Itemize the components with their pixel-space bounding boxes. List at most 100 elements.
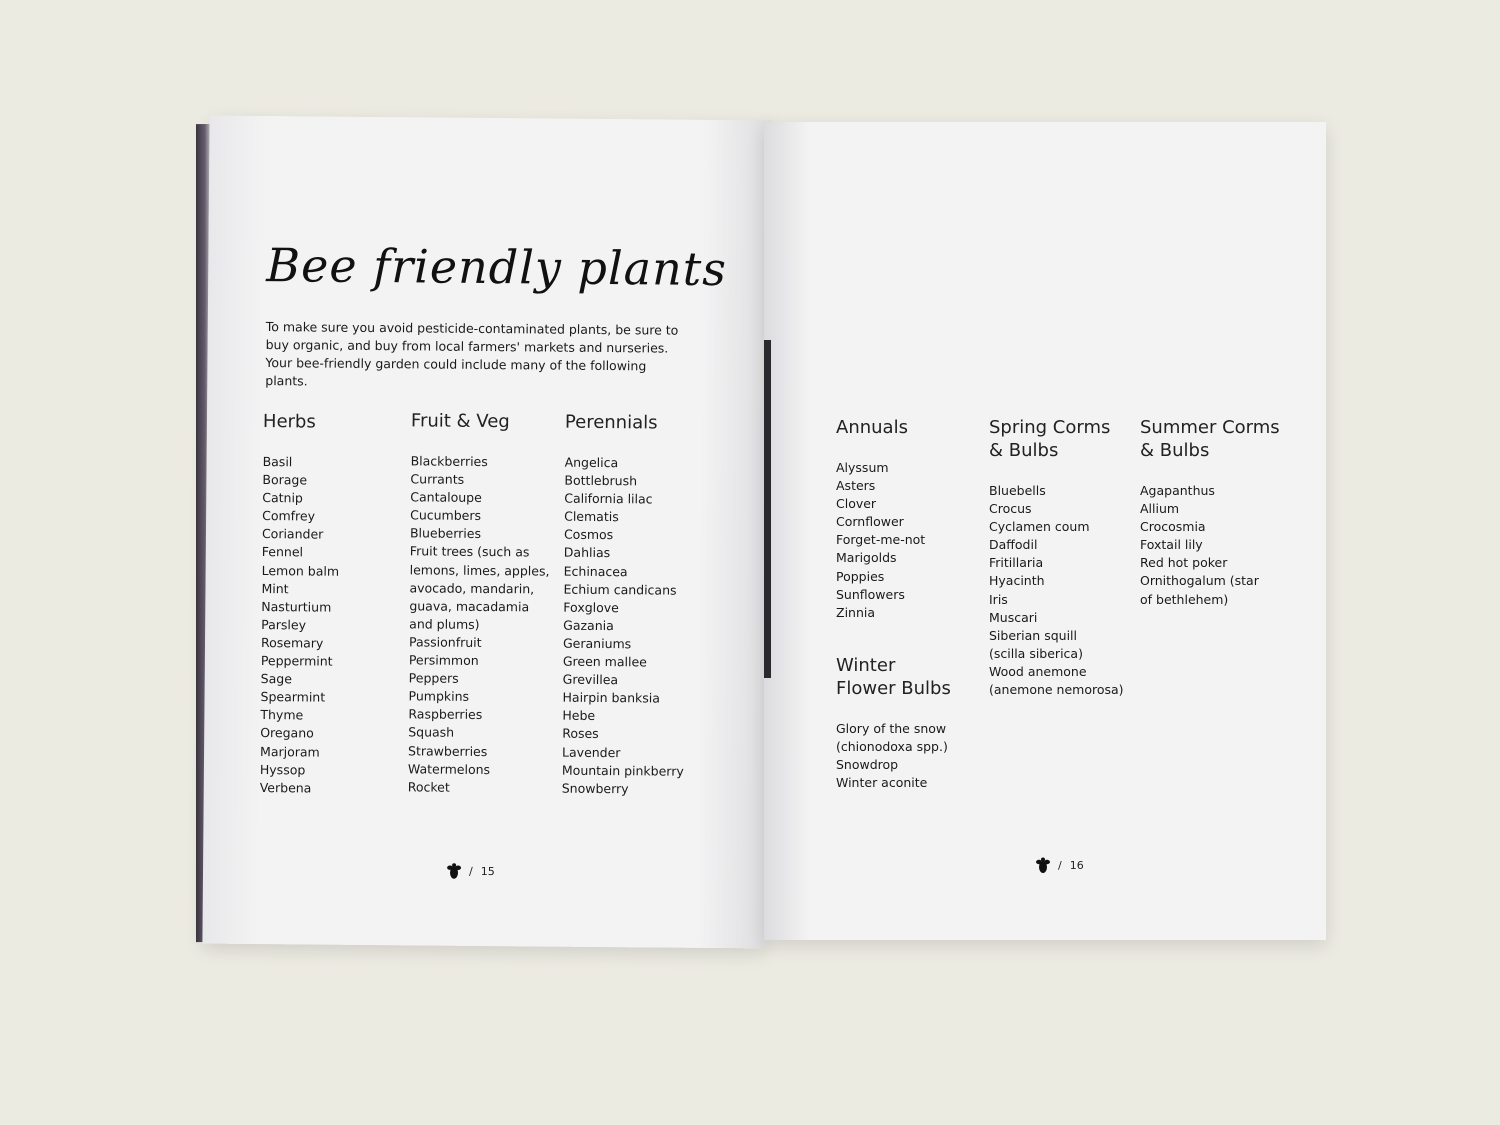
plant-list-item: Red hot poker — [1140, 555, 1228, 571]
plant-list-item: Asters — [836, 478, 876, 494]
plant-list-item: Spearmint — [260, 689, 326, 705]
plant-list-item: Green mallee — [562, 653, 647, 670]
plant-list-item: Hairpin banksia — [562, 689, 661, 706]
plant-list-item: Clematis — [564, 508, 619, 525]
plant-list-item: Fennel — [261, 544, 304, 560]
plant-list-item: Coriander — [261, 526, 324, 542]
plant-list-item: Comfrey — [262, 508, 316, 524]
page-number-left: / 15 — [447, 862, 495, 880]
plant-list-item: Alyssum — [836, 460, 889, 475]
plant-list-item: Snowdrop — [836, 757, 899, 773]
plant-list-item: Zinnia — [836, 604, 876, 620]
plant-list-item: Fruit trees (such as — [409, 543, 530, 560]
plant-list-item: Blackberries — [410, 453, 488, 470]
plant-list-item: Glory of the snow — [836, 721, 947, 736]
plant-list-item: Raspberries — [408, 706, 483, 723]
heading-line: Spring Corms — [989, 417, 1111, 438]
plant-list-item: Forget-me-not — [836, 532, 926, 548]
plant-list-item: Gazania — [563, 617, 614, 633]
plant-list-item: Pumpkins — [408, 688, 470, 705]
herbs-heading: Herbs — [262, 411, 316, 433]
perennials-column: Perennials Angelica Bottlebrush California… — [562, 411, 715, 799]
summer-bulbs-list: Agapanthus Allium Crocosmia Foxtail lily Red… — [1140, 482, 1300, 609]
plant-list-item: Echinacea — [563, 563, 628, 579]
plant-list-item: Cyclamen coum — [989, 519, 1090, 535]
page-number: 15 — [480, 864, 495, 878]
plant-list-item: Peppermint — [260, 653, 333, 669]
plant-list-item: Hebe — [562, 707, 596, 724]
folio-separator: / — [1058, 858, 1062, 872]
spring-bulbs-list: Bluebells Crocus Cyclamen coum Daffodil Frit… — [989, 482, 1139, 699]
plant-list-item: Wood anemone — [989, 663, 1087, 679]
plant-list-item: Muscari — [989, 609, 1038, 625]
page-number-right: / 16 — [1036, 856, 1084, 874]
plant-list-item: Hyssop — [259, 761, 306, 778]
plant-list-item: Rocket — [407, 779, 450, 795]
plant-list-item: Siberian squill — [989, 627, 1077, 643]
heading-line: Summer Corms — [1140, 417, 1280, 438]
spine-bar — [764, 340, 771, 678]
plant-list-item: Watermelons — [407, 760, 491, 777]
annuals-heading: Annuals — [836, 417, 908, 438]
page-title: Bee friendly plants — [266, 238, 728, 297]
winter-bulbs-column: Winter Flower Bulbs Glory of the snow (ch… — [836, 654, 986, 792]
plant-list-item: Allium — [1140, 501, 1180, 517]
plant-list-item: Iris — [989, 591, 1008, 607]
plant-list-item: Ornithogalum (star — [1140, 573, 1259, 589]
plant-list-item: Persimmon — [408, 652, 479, 668]
plant-list-item: Marigolds — [836, 550, 897, 566]
plant-list-item: Catnip — [262, 490, 303, 506]
plant-list-item: Agapanthus — [1140, 483, 1215, 498]
plant-list-item: (chionodoxa spp.) — [836, 739, 948, 755]
plant-list-item: Strawberries — [408, 742, 488, 759]
plant-list-item: Mint — [261, 580, 289, 596]
plant-list-item: Cornflower — [836, 514, 904, 530]
plant-list-item: Poppies — [836, 568, 885, 584]
plant-list-item: and plums) — [409, 616, 480, 632]
plant-list-item: Thyme — [260, 707, 304, 723]
plant-list-item: of bethlehem) — [1140, 591, 1229, 607]
plant-list-item: Cosmos — [563, 527, 614, 543]
plant-list-item: (anemone nemorosa) — [989, 682, 1124, 698]
plant-list-item: Cucumbers — [410, 507, 482, 524]
plant-list-item: Oregano — [260, 725, 314, 741]
plant-list-item: Peppers — [408, 670, 459, 686]
plant-list-item: Borage — [262, 472, 308, 488]
plant-list-item: Bluebells — [989, 483, 1046, 498]
left-page: Bee friendly plants To make sure you avo… — [202, 115, 772, 949]
plant-list-item: Bottlebrush — [564, 472, 638, 489]
plant-list-item: Crocus — [989, 501, 1032, 517]
spring-bulbs-column: Spring Corms & Bulbs Bluebells Crocus Cycl… — [989, 416, 1139, 699]
page-number: 16 — [1069, 858, 1084, 872]
summer-bulbs-column: Summer Corms & Bulbs Agapanthus Allium Cro… — [1140, 416, 1300, 609]
plant-list-item: Foxtail lily — [1140, 537, 1203, 553]
fruit-veg-list: Blackberries Currants Cantaloupe Cucumbers B… — [408, 452, 561, 797]
summer-bulbs-heading: Summer Corms & Bulbs — [1140, 416, 1300, 462]
plant-list-item: Foxglove — [563, 599, 619, 615]
plant-list-item: Sage — [260, 671, 293, 687]
intro-paragraph: To make sure you avoid pesticide-contami… — [265, 319, 679, 389]
right-page: Annuals Alyssum Asters Clover Cornflower For… — [764, 122, 1326, 940]
plant-list-item: Clover — [836, 496, 877, 512]
plant-list-item: California lilac — [564, 490, 653, 507]
annuals-column: Annuals Alyssum Asters Clover Cornflower For… — [836, 416, 976, 622]
herbs-column: Herbs Basil Borage Catnip Comfrey Coriander F… — [260, 410, 403, 798]
fruit-veg-heading: Fruit & Veg — [410, 410, 510, 433]
heading-line: & Bulbs — [1140, 440, 1210, 461]
annuals-list: Alyssum Asters Clover Cornflower Forget-me-n… — [836, 459, 976, 622]
plant-list-item: Blueberries — [409, 525, 482, 542]
open-booklet: Bee friendly plants To make sure you avo… — [0, 0, 1500, 1125]
plant-list-item: Grevillea — [562, 671, 619, 688]
plant-list-item: Echium candicans — [563, 581, 677, 598]
plant-list-item: Geraniums — [562, 635, 632, 652]
perennials-list: Angelica Bottlebrush California lilac Clema… — [562, 454, 715, 799]
plant-list-item: Sunflowers — [836, 586, 905, 602]
plant-list-item: Lemon balm — [261, 562, 340, 579]
plant-list-item: Squash — [408, 724, 455, 741]
plant-list-item: avocado, mandarin, — [409, 579, 535, 597]
plant-list-item: Hyacinth — [989, 573, 1045, 589]
plant-list-item: Nasturtium — [261, 598, 332, 615]
plant-list-item: Winter aconite — [836, 775, 928, 791]
plant-list-item: Rosemary — [260, 634, 324, 651]
plant-list-item: Currants — [410, 471, 465, 487]
